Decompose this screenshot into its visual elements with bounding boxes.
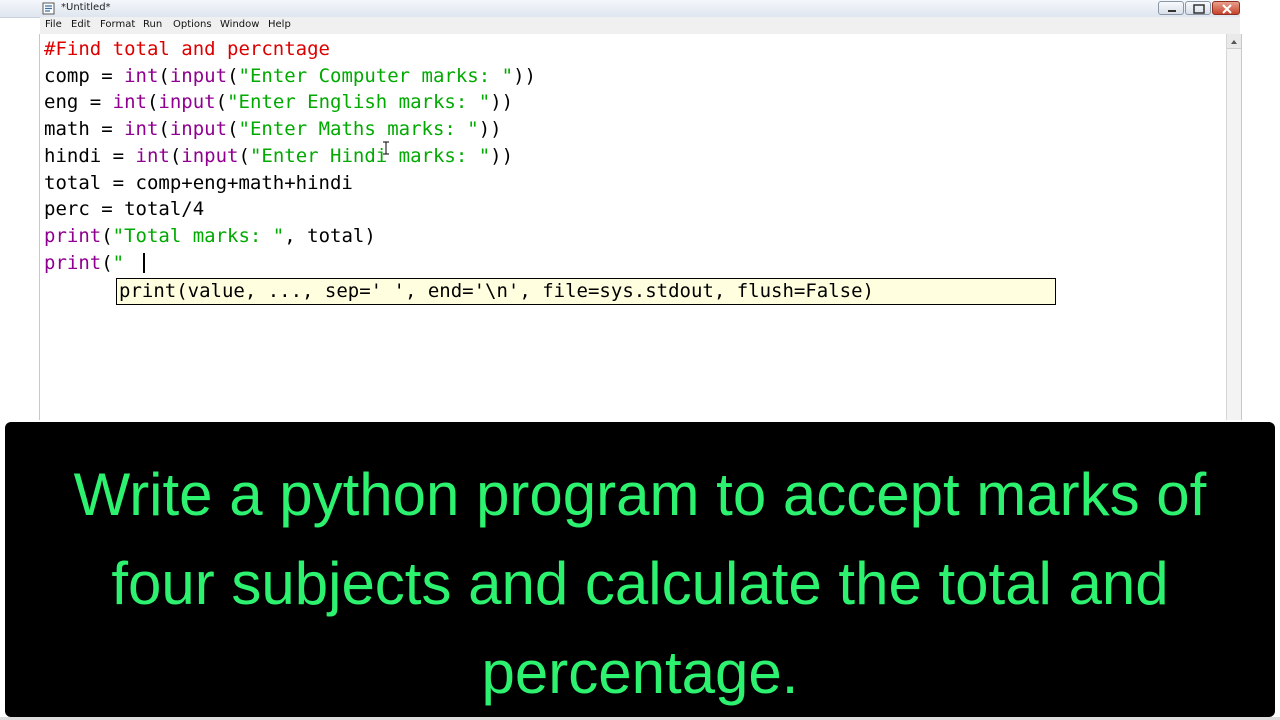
code-token: ( [215,91,228,114]
code-token: perc = total/4 [44,198,205,221]
code-token: int [124,118,159,141]
code-token: "Enter Hindi marks: " [249,144,491,167]
code-token: ( [169,144,182,167]
code-token: ( [101,251,113,274]
code-token: )) [490,144,514,167]
menu-window[interactable]: Window [220,19,259,30]
code-token: ( [146,91,159,114]
code-token: input [181,144,239,167]
code-token: input [169,64,228,87]
code-line[interactable]: math = int(input("Enter Maths marks: ")) [44,116,502,142]
code-token: , total) [284,224,376,247]
code-token: ( [238,144,250,167]
code-token: total = comp+eng+math+hindi [44,171,353,194]
code-token: print [44,224,102,247]
code-token: comp = [44,64,125,87]
code-token: )) [490,91,514,114]
text-cursor [143,253,145,273]
caption-overlay: Write a python program to accept marks o… [5,422,1275,717]
minimize-button[interactable] [1158,1,1184,15]
close-button[interactable] [1212,1,1240,15]
code-token: print [44,251,102,274]
close-icon [1222,4,1232,14]
vertical-scrollbar[interactable] [1226,34,1241,420]
menu-help[interactable]: Help [268,19,291,30]
minimize-icon [1168,10,1176,12]
caption-text: Write a python program to accept marks o… [73,461,1207,706]
code-line[interactable]: perc = total/4 [44,196,204,222]
code-token: "Enter Maths marks: " [238,118,479,141]
code-token: int [112,91,147,114]
code-token: ( [101,224,113,247]
calltip-tooltip: print(value, ..., sep=' ', end='\n', fil… [116,278,1056,305]
code-token: "Enter English marks: " [227,91,491,114]
code-token: ( [158,64,170,87]
code-token: " [112,251,125,274]
code-token: "Enter Computer marks: " [238,64,514,87]
code-line[interactable]: print(" [44,250,124,276]
ibeam-cursor-icon [383,141,389,155]
menu-options[interactable]: Options [173,19,212,30]
idle-app-icon [42,2,55,15]
menu-file[interactable]: File [45,19,62,30]
code-token: "Total marks: " [112,224,285,247]
menu-bar: File Edit Format Run Options Window Help [40,17,1240,34]
maximize-button[interactable] [1185,1,1211,15]
code-token: ( [227,64,239,87]
code-line[interactable]: #Find total and percntage [44,36,330,62]
title-bar: *Untitled* [0,0,1240,18]
window-title: *Untitled* [61,2,111,13]
code-line[interactable]: hindi = int(input("Enter Hindi marks: ")… [44,143,513,169]
code-token: int [135,144,170,167]
menu-format[interactable]: Format [100,19,135,30]
code-token: #Find total and percntage [44,38,330,60]
code-line[interactable]: eng = int(input("Enter English marks: ")… [44,89,513,115]
arrow-up-icon [1231,40,1237,44]
code-token: math = [44,118,125,141]
code-token: hindi = [44,144,136,167]
code-token: input [169,118,228,141]
code-token: input [158,91,216,114]
code-token: )) [513,64,536,87]
menu-run[interactable]: Run [143,19,162,30]
code-token: ( [227,118,239,141]
code-token: eng = [44,91,113,114]
maximize-icon [1193,4,1205,14]
code-token: ( [158,118,170,141]
code-token: int [124,64,159,87]
code-token: )) [478,118,502,141]
code-line[interactable]: total = comp+eng+math+hindi [44,170,353,196]
code-line[interactable]: print("Total marks: ", total) [44,223,376,249]
scroll-up-button[interactable] [1227,34,1241,49]
code-line[interactable]: comp = int(input("Enter Computer marks: … [44,63,536,89]
menu-edit[interactable]: Edit [71,19,90,30]
